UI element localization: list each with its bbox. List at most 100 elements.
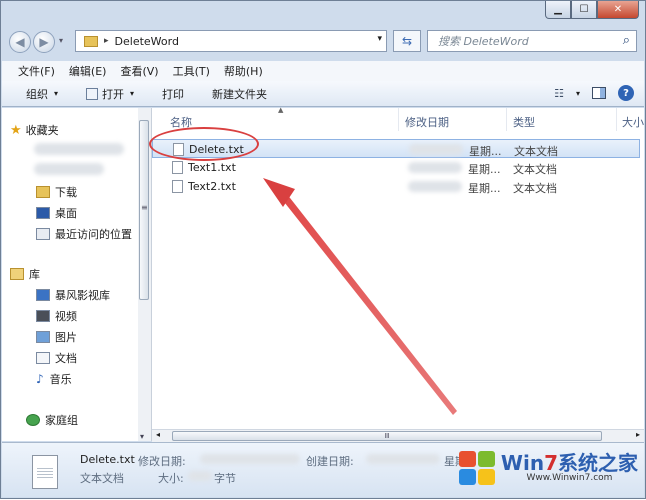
print-button[interactable]: 打印	[162, 86, 184, 102]
open-icon	[86, 87, 99, 100]
nav-downloads[interactable]: 下载	[36, 184, 77, 200]
sort-arrow-icon: ▲	[278, 106, 284, 114]
blurred-item	[34, 163, 104, 175]
refresh-icon: ⇆	[401, 34, 413, 48]
horizontal-scrollbar[interactable]: ◂ Ⅲ ▸	[152, 429, 644, 443]
column-divider[interactable]	[398, 108, 399, 131]
nav-libraries[interactable]: 库	[10, 266, 40, 282]
chevron-down-icon: ▾	[54, 89, 59, 98]
nav-music[interactable]: ♪ 音乐	[36, 371, 72, 387]
blurred-item	[34, 143, 124, 155]
close-button[interactable]: ✕	[597, 1, 639, 19]
chevron-down-icon: ▾	[130, 89, 135, 98]
file-type: 文本文档	[514, 145, 558, 158]
windows-flag-icon	[457, 449, 497, 487]
address-bar[interactable]: ▸ DeleteWord ▾	[75, 30, 387, 52]
detail-type: 文本文档	[80, 472, 124, 485]
nav-scroll-thumb[interactable]	[139, 120, 149, 300]
nav-favorites[interactable]: ★ 收藏夹	[10, 122, 59, 138]
blurred-date	[200, 454, 300, 464]
organize-button[interactable]: 组织 ▾	[26, 86, 58, 102]
minimize-button[interactable]: ▁	[545, 1, 571, 19]
scroll-left-arrow-icon[interactable]: ◂	[156, 430, 160, 439]
detail-size-label: 大小:	[158, 472, 184, 485]
column-divider[interactable]	[616, 108, 617, 131]
view-options-icon[interactable]: ☷	[554, 87, 564, 100]
navigation-pane[interactable]: ★ 收藏夹 下载 桌面 最近访问的位置 库 暴风影视库 视频 图片 文档 ♪ 音乐	[2, 108, 139, 441]
scroll-right-arrow-icon[interactable]: ▸	[636, 430, 640, 439]
new-folder-button[interactable]: 新建文件夹	[212, 86, 267, 102]
recent-pages-dropdown[interactable]: ▾	[59, 36, 63, 45]
nav-pictures-label: 图片	[55, 331, 77, 344]
menu-help[interactable]: 帮助(H)	[224, 63, 263, 79]
breadcrumb-current[interactable]: DeleteWord	[115, 35, 179, 48]
star-icon: ★	[10, 122, 22, 138]
nav-downloads-label: 下载	[55, 186, 77, 199]
folder-icon	[84, 35, 98, 47]
view-dropdown-icon[interactable]: ▾	[576, 89, 580, 98]
nav-scrollbar[interactable]: ▾	[138, 108, 152, 441]
column-modified[interactable]: 修改日期	[405, 114, 449, 130]
search-placeholder: 搜索 DeleteWord	[438, 35, 529, 48]
file-row-text2[interactable]: Text2.txt 星期... 文本文档	[152, 177, 644, 196]
search-icon[interactable]: ⌕	[623, 33, 630, 48]
nav-pictures[interactable]: 图片	[36, 329, 77, 345]
menu-view[interactable]: 查看(V)	[120, 63, 158, 79]
nav-desktop-label: 桌面	[55, 207, 77, 220]
nav-homegroup-label: 家庭组	[45, 414, 78, 427]
scroll-down-arrow-icon[interactable]: ▾	[140, 432, 144, 441]
file-list[interactable]: Delete.txt 星期... 文本文档 Text1.txt 星期... 文本…	[152, 131, 644, 429]
open-label: 打开	[102, 87, 125, 101]
open-button[interactable]: 打开 ▾	[86, 86, 134, 102]
picture-icon	[36, 331, 50, 343]
forward-arrow-icon: ▶	[39, 35, 49, 49]
file-date: 星期...	[469, 145, 502, 158]
blurred-date	[409, 144, 463, 155]
nav-recent-places[interactable]: 最近访问的位置	[36, 226, 132, 242]
detail-created-label: 创建日期:	[306, 455, 354, 468]
menu-tools[interactable]: 工具(T)	[173, 63, 210, 79]
watermark-brand-a: Win	[500, 451, 545, 475]
nav-desktop[interactable]: 桌面	[36, 205, 77, 221]
nav-favorites-label: 收藏夹	[25, 124, 59, 137]
nav-recent-label: 最近访问的位置	[55, 228, 132, 241]
forward-button[interactable]: ▶	[33, 31, 55, 53]
preview-pane-icon[interactable]	[592, 87, 606, 99]
column-type[interactable]: 类型	[513, 114, 535, 130]
music-note-icon: ♪	[36, 372, 44, 386]
nav-documents[interactable]: 文档	[36, 350, 77, 366]
file-type: 文本文档	[513, 182, 557, 195]
hscroll-thumb[interactable]: Ⅲ	[172, 431, 602, 441]
file-date: 星期...	[468, 182, 501, 195]
search-input[interactable]: 搜索 DeleteWord ⌕	[427, 30, 637, 52]
menu-edit[interactable]: 编辑(E)	[69, 63, 107, 79]
menu-file[interactable]: 文件(F)	[18, 63, 55, 79]
breadcrumb-chevron-icon[interactable]: ▸	[104, 36, 109, 46]
blurred-size	[188, 471, 212, 481]
column-size[interactable]: 大小	[622, 114, 644, 130]
highlight-circle	[149, 127, 259, 161]
back-button[interactable]: ◀	[9, 31, 31, 53]
file-name: Text1.txt	[188, 161, 236, 174]
nav-homegroup[interactable]: 家庭组	[26, 412, 78, 428]
explorer-window: ▁ ☐ ✕ ◀ ▶ ▾ ▸ DeleteWord ▾ ⇆ 搜索 DeleteWo…	[0, 0, 646, 499]
back-arrow-icon: ◀	[15, 35, 25, 49]
column-divider[interactable]	[506, 108, 507, 131]
new-folder-label: 新建文件夹	[212, 87, 268, 101]
maximize-button[interactable]: ☐	[571, 1, 597, 19]
help-icon[interactable]: ?	[618, 85, 634, 101]
file-name: Text2.txt	[188, 180, 236, 193]
address-dropdown-icon[interactable]: ▾	[377, 34, 382, 44]
document-icon	[36, 352, 50, 364]
refresh-button[interactable]: ⇆	[393, 30, 421, 52]
library-icon	[10, 268, 24, 280]
organize-label: 组织	[26, 87, 48, 101]
blurred-date	[408, 162, 462, 173]
nav-baofeng[interactable]: 暴风影视库	[36, 287, 110, 303]
watermark-brand: Win7系统之家	[501, 453, 638, 473]
nav-videos-label: 视频	[55, 310, 77, 323]
desktop-icon	[36, 207, 50, 219]
nav-videos[interactable]: 视频	[36, 308, 77, 324]
nav-music-label: 音乐	[49, 373, 72, 386]
file-row-text1[interactable]: Text1.txt 星期... 文本文档	[152, 158, 644, 177]
